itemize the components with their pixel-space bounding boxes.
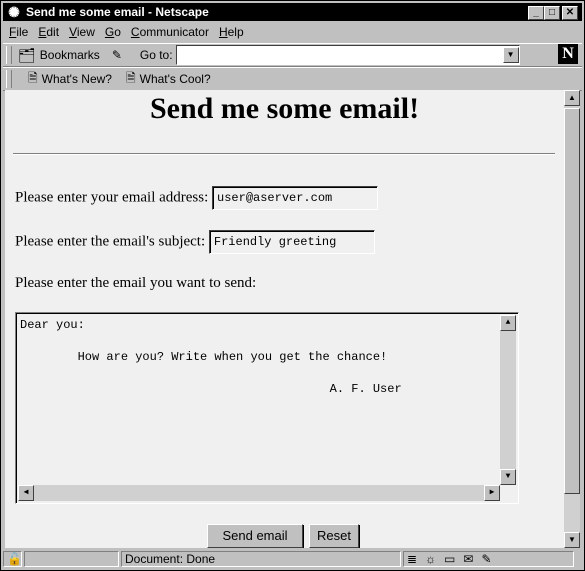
whats-new-link[interactable]: What's New? — [42, 72, 112, 86]
location-input[interactable]: ▼ — [175, 45, 520, 65]
goto-label: Go to: — [139, 48, 173, 62]
menu-communicator[interactable]: Communicator — [131, 25, 209, 39]
email-label: Please enter your email address: — [15, 189, 209, 206]
progress-bar — [24, 551, 119, 567]
email-input[interactable]: user@aserver.com — [212, 186, 379, 210]
scroll-up-arrow[interactable]: ▲ — [564, 90, 580, 106]
page-vertical-scrollbar[interactable]: ▲ ▼ — [564, 90, 580, 548]
toolbar-grip[interactable] — [6, 46, 12, 64]
bookmarks-button[interactable]: Bookmarks — [40, 48, 100, 62]
menu-go[interactable]: Go — [105, 25, 121, 39]
page-link-icon: 🗎 — [125, 70, 136, 85]
body-label: Please enter the email you want to send: — [15, 275, 257, 291]
location-dropdown-arrow[interactable]: ▼ — [502, 47, 519, 63]
security-lock-icon[interactable]: 🔓 — [3, 551, 22, 567]
maximize-button[interactable]: □ — [544, 6, 560, 20]
minimize-button[interactable]: _ — [528, 6, 544, 20]
email-row: Please enter your email address: user@as… — [15, 186, 379, 210]
status-text: Document: Done — [121, 551, 401, 567]
menu-edit[interactable]: Edit — [38, 25, 59, 39]
netscape-n-logo[interactable]: N — [558, 44, 578, 64]
subject-input[interactable]: Friendly greeting — [208, 230, 375, 254]
toolbar-grip[interactable] — [6, 70, 12, 88]
textarea-horizontal-scrollbar[interactable]: ◀ ▶ — [18, 485, 500, 501]
browser-window: ✺ Send me some email - Netscape _ □ ✕ Fi… — [0, 0, 585, 571]
netscape-icon: ✺ — [8, 4, 20, 20]
whats-cool-link[interactable]: What's Cool? — [140, 72, 211, 86]
horizontal-rule — [13, 153, 555, 155]
status-bar: 🔓 Document: Done ≣☼▭✉✎ — [3, 550, 582, 568]
page-link-icon: 🗎 — [28, 70, 38, 85]
scroll-left-arrow[interactable]: ◀ — [18, 485, 34, 501]
message-textarea[interactable]: Dear you: How are you? Write when you ge… — [15, 312, 519, 504]
menu-file[interactable]: File — [9, 25, 28, 39]
personal-toolbar: 🗎 What's New? 🗎 What's Cool? — [3, 67, 582, 91]
bookmark-page-icon[interactable]: ✎ — [112, 48, 122, 62]
page-content: Send me some email! Please enter your em… — [5, 90, 564, 548]
component-icons[interactable]: ≣☼▭✉✎ — [403, 551, 574, 567]
scroll-up-arrow[interactable]: ▲ — [500, 315, 516, 331]
menu-bar: File Edit View Go Communicator Help — [3, 23, 582, 41]
scroll-down-arrow[interactable]: ▼ — [564, 532, 580, 548]
scroll-down-arrow[interactable]: ▼ — [500, 469, 516, 485]
scroll-thumb[interactable] — [564, 108, 580, 494]
page-heading: Send me some email! — [149, 92, 420, 125]
send-email-button[interactable]: Send email — [207, 524, 303, 548]
title-bar: ✺ Send me some email - Netscape _ □ ✕ — [3, 3, 582, 21]
menu-help[interactable]: Help — [219, 25, 244, 39]
location-toolbar: 🗂 Bookmarks ✎ Go to: ▼ N — [3, 43, 582, 67]
scroll-right-arrow[interactable]: ▶ — [484, 485, 500, 501]
textarea-vertical-scrollbar[interactable]: ▲ ▼ — [500, 315, 516, 485]
message-text: Dear you: How are you? Write when you ge… — [20, 318, 402, 396]
reset-button[interactable]: Reset — [309, 524, 359, 548]
window-title: Send me some email - Netscape — [26, 5, 209, 19]
subject-row: Please enter the email's subject: Friend… — [15, 230, 375, 254]
bookmarks-icon: 🗂 — [18, 46, 36, 63]
close-button[interactable]: ✕ — [562, 6, 578, 20]
subject-label: Please enter the email's subject: — [15, 233, 206, 250]
menu-view[interactable]: View — [69, 25, 95, 39]
